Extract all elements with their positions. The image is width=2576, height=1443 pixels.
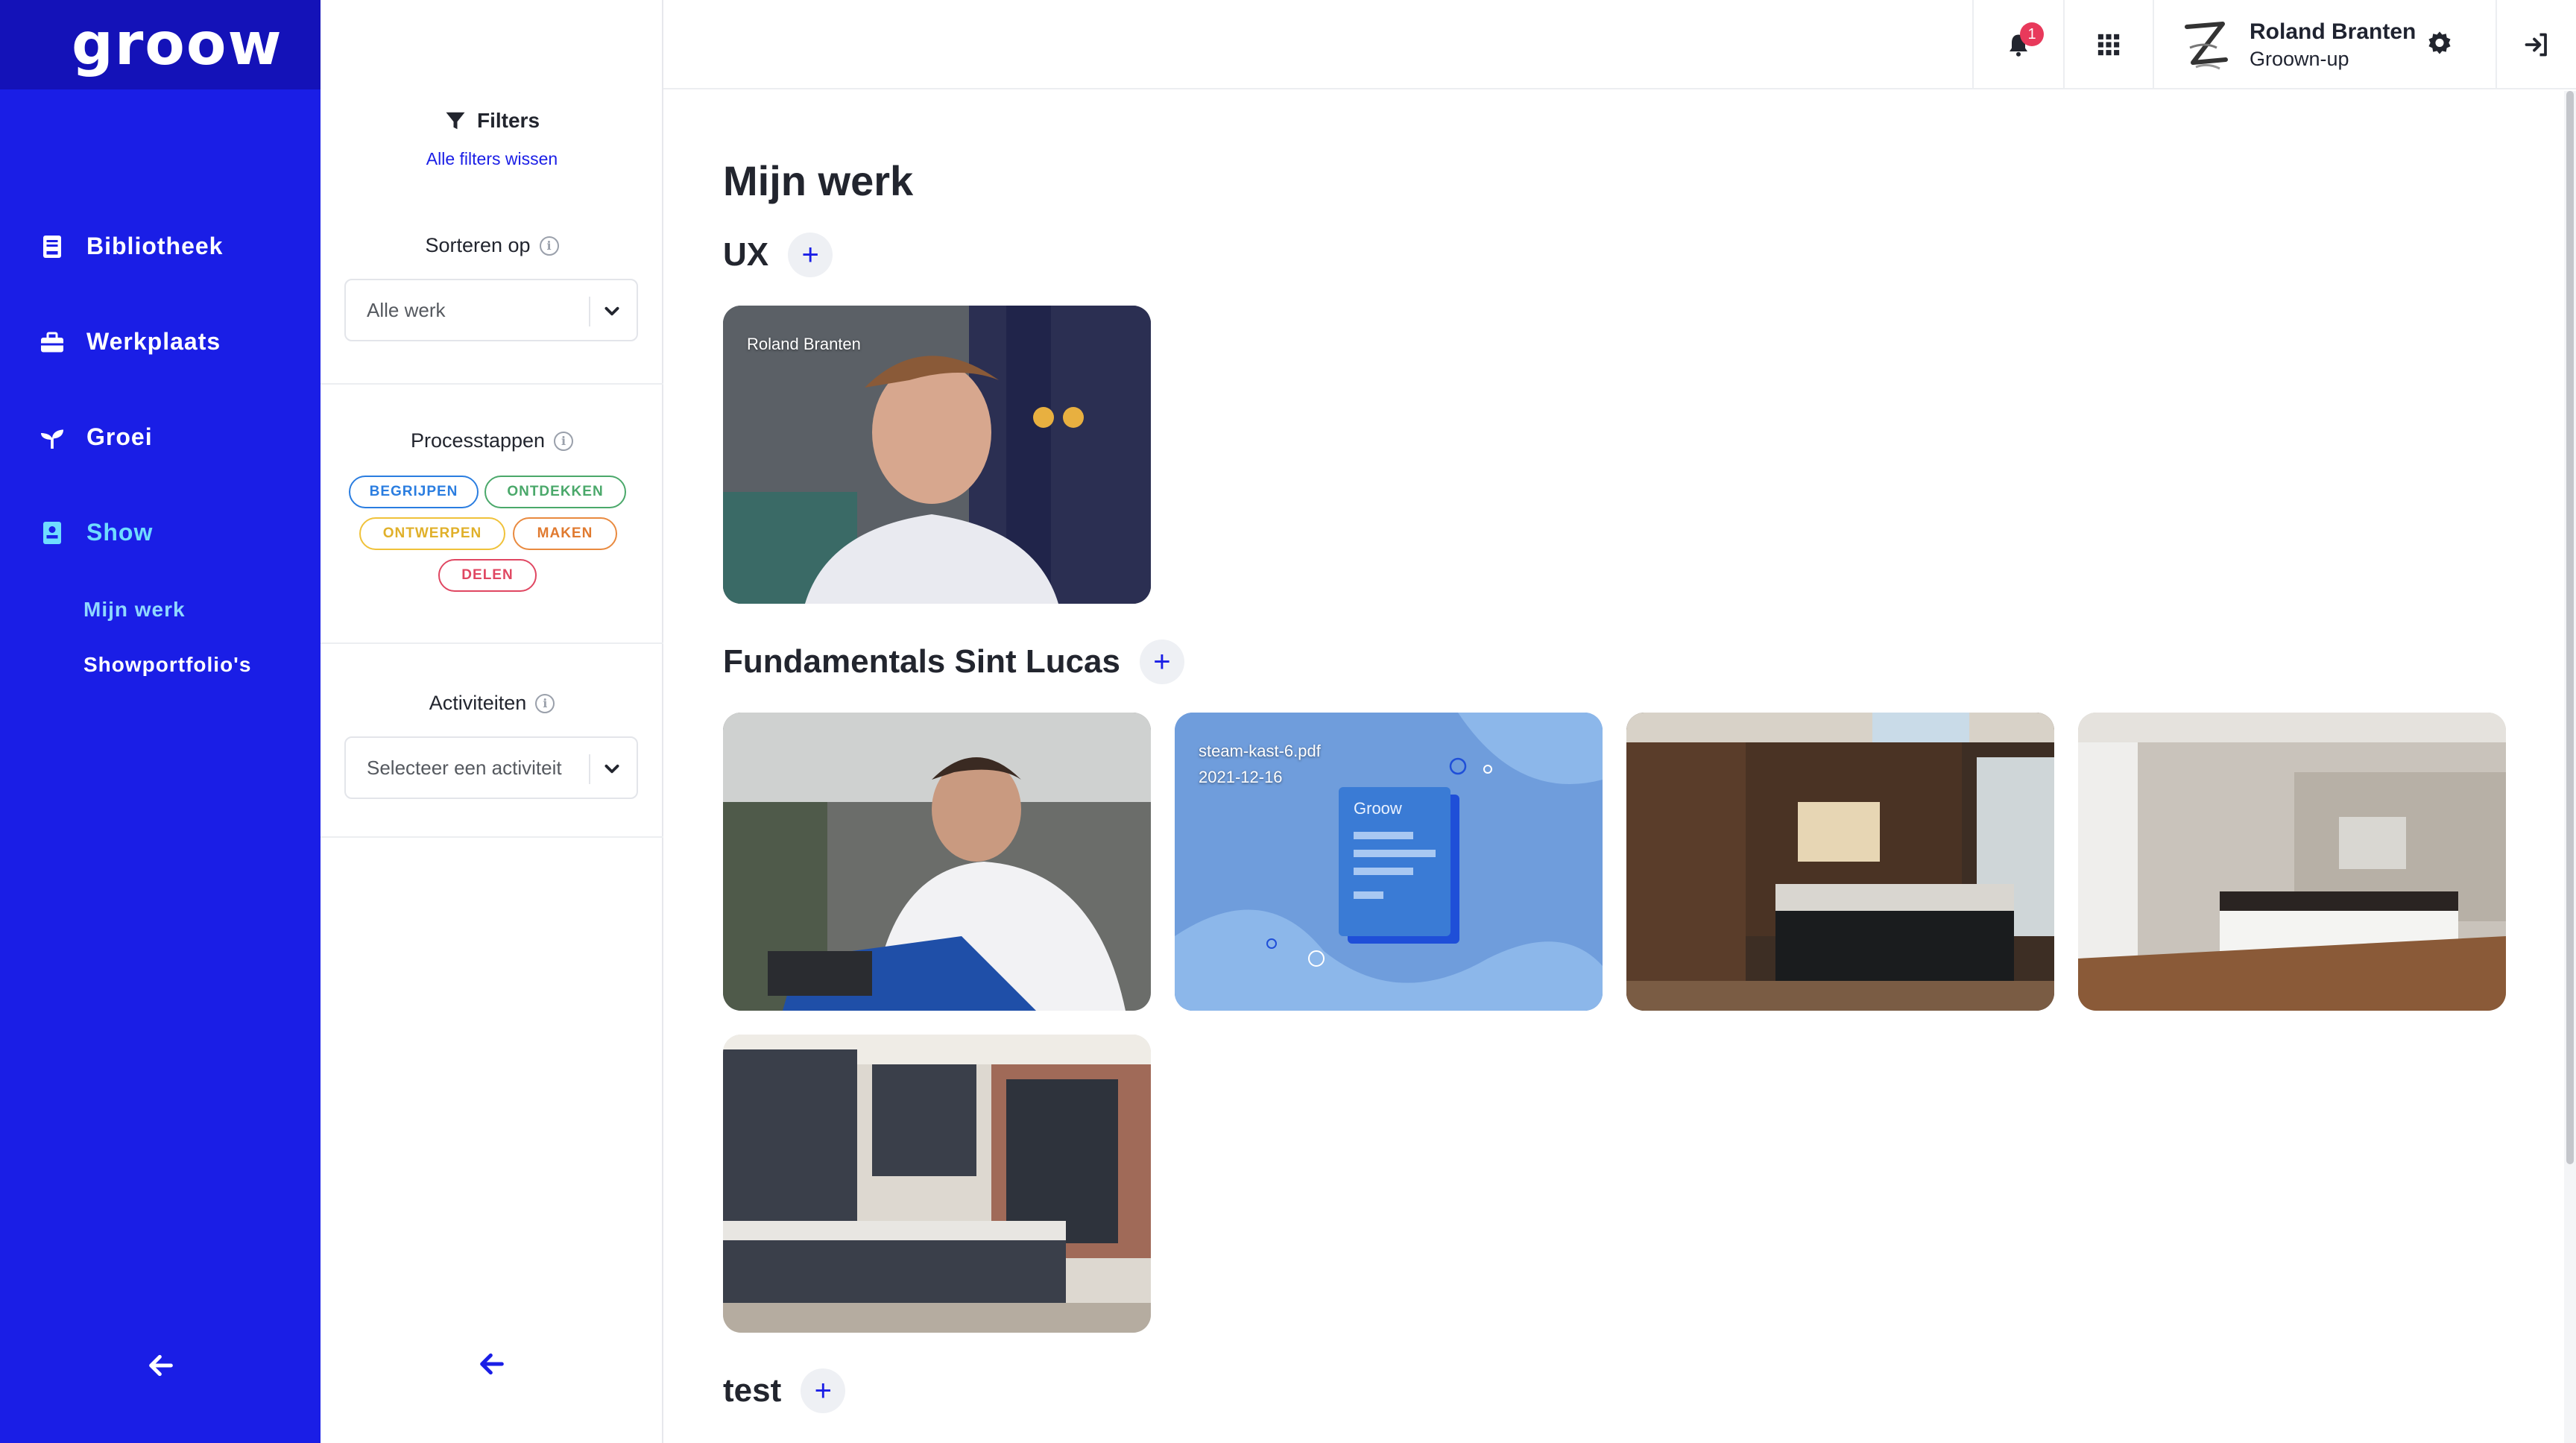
logout-icon — [2525, 33, 2547, 57]
toolbox-icon — [41, 332, 63, 352]
nav-item-groei[interactable]: Groei — [39, 423, 153, 451]
logout-button[interactable] — [2496, 0, 2576, 89]
user-menu[interactable]: Roland Branten Groown-up — [2153, 0, 2496, 89]
work-card[interactable] — [723, 713, 1151, 1011]
work-card[interactable] — [723, 1035, 1151, 1333]
sort-select[interactable]: Alle werk — [344, 279, 638, 341]
nav-item-label: Werkplaats — [86, 328, 221, 355]
nav-item-label: Groei — [86, 423, 153, 450]
filters-header: Filters Alle filters wissen — [321, 109, 663, 169]
sort-label-text: Sorteren op — [425, 234, 531, 256]
document-label: Groow — [1354, 799, 1402, 818]
main-scrollbar[interactable] — [2564, 91, 2576, 1443]
book-icon — [43, 235, 61, 258]
work-card[interactable] — [2078, 713, 2506, 1011]
process-label-text: Processtappen — [410, 429, 546, 452]
scrollbar-thumb[interactable] — [2566, 91, 2574, 1164]
sprout-icon — [41, 429, 63, 449]
group-title-ux: UX + — [723, 233, 833, 277]
chevron-down-icon — [604, 764, 619, 774]
nav-item-bibliotheek[interactable]: Bibliotheek — [39, 233, 223, 260]
info-icon[interactable]: i — [554, 431, 574, 451]
process-section: Processtappen i BEGRIJPEN ONTDEKKEN ONTW… — [321, 383, 663, 644]
notification-badge: 1 — [2020, 22, 2044, 46]
nav-item-label: Show — [86, 519, 154, 546]
info-icon[interactable]: i — [539, 236, 559, 256]
chip-maken[interactable]: MAKEN — [513, 517, 617, 550]
card-thumbnail-dark-kitchen — [723, 1035, 1151, 1333]
avatar — [2185, 22, 2228, 70]
grid-icon — [2097, 34, 2120, 56]
page-title: Mijn werk — [723, 157, 914, 204]
group-title-label: Fundamentals Sint Lucas — [723, 643, 1120, 680]
nav-item-werkplaats[interactable]: Werkplaats — [39, 328, 221, 356]
activities-select[interactable]: Selecteer een activiteit — [344, 736, 638, 799]
groow-logo[interactable]: groow — [72, 16, 283, 74]
filter-panel: Filters Alle filters wissen Sorteren op … — [321, 0, 663, 1443]
top-bar: 1 Roland Branten Groown-up — [663, 0, 2576, 89]
brand-bar: groow — [0, 0, 321, 89]
collapse-filters-arrow-icon[interactable] — [477, 1349, 507, 1379]
chip-ontdekken[interactable]: ONTDEKKEN — [484, 476, 626, 508]
notifications-button[interactable]: 1 — [1972, 0, 2063, 89]
nav-subitem-showportfolios[interactable]: Showportfolio's — [83, 653, 251, 677]
card-caption: steam-kast-6.pdf 2021-12-16 — [1199, 738, 1321, 790]
add-to-group-button[interactable]: + — [788, 233, 833, 277]
work-card-pdf[interactable]: steam-kast-6.pdf 2021-12-16 Groow — [1175, 713, 1603, 1011]
card-thumbnail-room — [2078, 713, 2506, 1011]
filters-title: Filters — [444, 109, 540, 133]
activities-label-text: Activiteiten — [429, 692, 527, 714]
activities-section: Activiteiten i Selecteer een activiteit — [321, 642, 663, 838]
group-title-fundamentals: Fundamentals Sint Lucas + — [723, 640, 1184, 684]
group-title-label: test — [723, 1372, 782, 1409]
work-card[interactable]: Roland Branten — [723, 306, 1151, 604]
card-caption: Roland Branten — [747, 335, 861, 353]
work-card[interactable] — [1626, 713, 2054, 1011]
select-separator — [589, 754, 590, 784]
card-date: 2021-12-16 — [1199, 768, 1283, 787]
nav-subitem-mijn-werk[interactable]: Mijn werk — [83, 598, 186, 622]
card-thumbnail-student — [723, 713, 1151, 1011]
sort-select-value: Alle werk — [367, 298, 446, 321]
group-title-test: test + — [723, 1368, 846, 1413]
card-thumbnail-kitchen — [1626, 713, 2054, 1011]
group-title-label: UX — [723, 236, 769, 273]
filters-title-label: Filters — [476, 109, 540, 132]
clear-filters-link[interactable]: Alle filters wissen — [321, 149, 663, 169]
user-info: Roland Branten Groown-up — [2250, 19, 2416, 71]
apps-button[interactable] — [2063, 0, 2153, 89]
collapse-sidebar-arrow-icon[interactable] — [146, 1351, 176, 1380]
main-content: Mijn werk UX + Roland Branten Fundamenta… — [663, 91, 2572, 1443]
chevron-down-icon — [604, 306, 619, 316]
nav-item-label: Bibliotheek — [86, 233, 224, 259]
user-role: Groown-up — [2250, 47, 2349, 70]
activities-label: Activiteiten i — [321, 692, 663, 715]
main-sidebar: groow Bibliotheek Werkplaats Groei Show … — [0, 0, 321, 1443]
nav-item-show[interactable]: Show — [39, 519, 153, 546]
info-icon[interactable]: i — [535, 693, 555, 713]
funnel-icon — [446, 112, 465, 130]
sort-label: Sorteren op i — [321, 234, 663, 257]
chip-delen[interactable]: DELEN — [438, 559, 537, 592]
chip-ontwerpen[interactable]: ONTWERPEN — [359, 517, 505, 550]
select-separator — [589, 297, 590, 326]
add-to-group-button[interactable]: + — [1139, 640, 1184, 684]
user-name: Roland Branten — [2250, 19, 2416, 44]
process-label: Processtappen i — [321, 429, 663, 452]
activities-select-value: Selecteer een activiteit — [367, 756, 562, 779]
portfolio-icon — [43, 521, 61, 544]
chip-begrijpen[interactable]: BEGRIJPEN — [349, 476, 479, 508]
add-to-group-button[interactable]: + — [801, 1368, 846, 1413]
gear-icon[interactable] — [2425, 30, 2454, 58]
card-filename: steam-kast-6.pdf — [1199, 742, 1321, 760]
